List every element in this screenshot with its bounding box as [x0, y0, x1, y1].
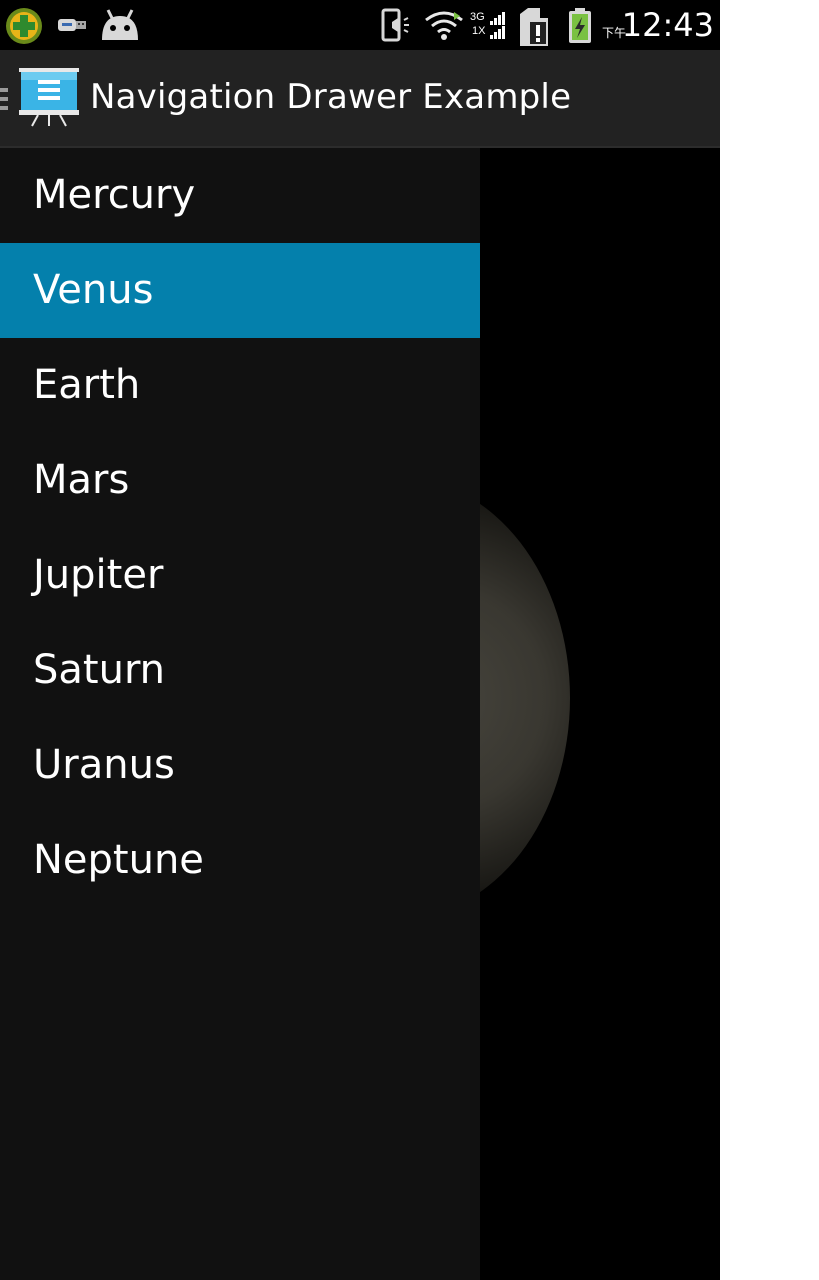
- drawer-item-saturn[interactable]: Saturn: [0, 623, 480, 718]
- signal-icon: 3G 1X: [470, 11, 510, 41]
- usb-icon: [58, 19, 86, 31]
- navigation-drawer: Mercury Venus Earth Mars Jupiter Saturn …: [0, 148, 480, 1280]
- network-label-2: 1X: [472, 25, 486, 37]
- android-icon: [102, 9, 138, 40]
- drawer-item-mars[interactable]: Mars: [0, 433, 480, 528]
- drawer-item-jupiter[interactable]: Jupiter: [0, 528, 480, 623]
- battery-charging-icon: [569, 8, 591, 43]
- clock: 12:43: [621, 6, 714, 44]
- page-title: Navigation Drawer Example: [90, 77, 572, 117]
- network-label: 3G: [470, 11, 485, 23]
- drawer-item-venus[interactable]: Venus: [0, 243, 480, 338]
- presentation-icon[interactable]: [18, 66, 80, 128]
- drawer-item-earth[interactable]: Earth: [0, 338, 480, 433]
- action-bar: Navigation Drawer Example: [0, 50, 720, 148]
- drawer-item-neptune[interactable]: Neptune: [0, 813, 480, 908]
- drawer-item-mercury[interactable]: Mercury: [0, 148, 480, 243]
- drawer-item-uranus[interactable]: Uranus: [0, 718, 480, 813]
- vibrate-icon: [381, 8, 409, 42]
- app-badge-icon: [6, 8, 42, 44]
- wifi-icon: [425, 11, 463, 40]
- device-screen: 3G 1X 下午 12:43 Navigation Drawer Example…: [0, 0, 720, 1280]
- drawer-indicator-icon[interactable]: [0, 88, 8, 110]
- sim-alert-icon: [520, 8, 548, 46]
- status-bar: 3G 1X 下午 12:43: [0, 0, 720, 50]
